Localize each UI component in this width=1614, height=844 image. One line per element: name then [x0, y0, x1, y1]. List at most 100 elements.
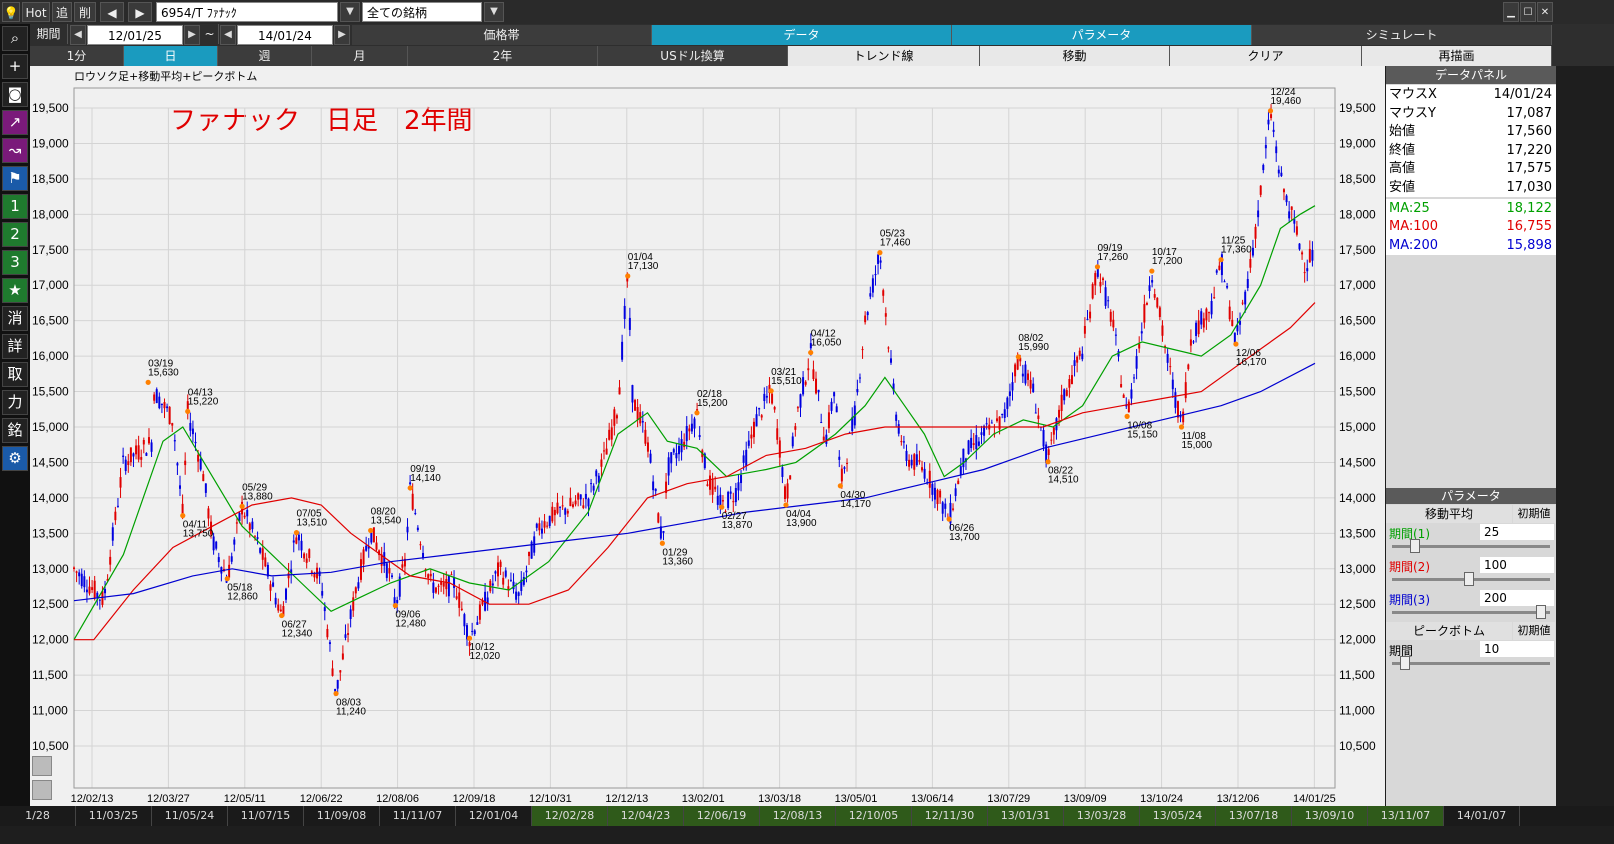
- tab-trendline[interactable]: トレンド線: [788, 46, 980, 66]
- delete-button[interactable]: 削: [74, 2, 96, 22]
- timeline-date[interactable]: 11/07/15: [228, 806, 304, 826]
- ma-period-input[interactable]: 100: [1480, 557, 1554, 573]
- to-next-icon[interactable]: ▶: [334, 25, 350, 45]
- tool-detail-button[interactable]: 詳: [2, 334, 28, 359]
- flag-icon[interactable]: ⚑: [2, 166, 28, 191]
- next-symbol-button[interactable]: ▶: [128, 2, 152, 22]
- timeline-date[interactable]: 13/03/28: [1064, 806, 1140, 826]
- from-date-input[interactable]: 12/01/25: [87, 25, 183, 45]
- tool-fetch-button[interactable]: 取: [2, 362, 28, 387]
- ma-reset-button[interactable]: 初期値: [1513, 505, 1555, 523]
- candle-body: [1063, 389, 1066, 401]
- timeline-date[interactable]: 11/03/25: [76, 806, 152, 826]
- timeline-date[interactable]: 11/11/07: [380, 806, 456, 826]
- to-prev-icon[interactable]: ◀: [220, 25, 236, 45]
- bulb-icon[interactable]: 💡: [2, 2, 20, 22]
- tab-monthly[interactable]: 月: [312, 46, 408, 66]
- from-next-icon[interactable]: ▶: [184, 25, 200, 45]
- candle: [1081, 346, 1084, 362]
- tool-3-button[interactable]: 3: [2, 250, 28, 275]
- universe-select[interactable]: 全ての銘柄: [362, 2, 482, 22]
- to-date-input[interactable]: 14/01/24: [237, 25, 333, 45]
- timeline-date[interactable]: 12/11/30: [912, 806, 988, 826]
- tab-weekly[interactable]: 週: [218, 46, 312, 66]
- timeline-date[interactable]: 12/08/13: [760, 806, 836, 826]
- tool-1-button[interactable]: 1: [2, 194, 28, 219]
- candle: [1220, 251, 1223, 283]
- pb-reset-button[interactable]: 初期値: [1513, 622, 1555, 640]
- timeline-date[interactable]: 14/01/07: [1444, 806, 1520, 826]
- camera-icon[interactable]: ◙: [2, 82, 28, 107]
- side-panel: データパネル マウスX 14/01/24 マウスY 17,087 始値 17,560 終値 1…: [1386, 66, 1556, 806]
- timeline-bar[interactable]: 1/28 11/03/25 11/05/24 11/07/15 11/09/08 11/1…: [0, 806, 1614, 826]
- tool-symbol-button[interactable]: 銘: [2, 418, 28, 443]
- minimize-button[interactable]: ▁: [1503, 2, 1519, 22]
- chart-mini-icon[interactable]: [32, 756, 52, 776]
- tab-1min[interactable]: 1分: [30, 46, 124, 66]
- gear-icon[interactable]: ⚙: [2, 446, 28, 471]
- timeline-date[interactable]: 12/10/05: [836, 806, 912, 826]
- tab-2year[interactable]: 2年: [408, 46, 598, 66]
- ma-period-input[interactable]: 25: [1480, 524, 1554, 540]
- universe-dropdown-icon[interactable]: ▼: [484, 2, 504, 22]
- candle-body: [765, 395, 768, 398]
- ma-slider-track[interactable]: [1392, 611, 1550, 614]
- tab-daily[interactable]: 日: [124, 46, 218, 66]
- prev-symbol-button[interactable]: ◀: [100, 2, 124, 22]
- timeline-date[interactable]: 11/09/08: [304, 806, 380, 826]
- chart-mini-icon-2[interactable]: [32, 780, 52, 800]
- hot-button[interactable]: Hot: [22, 2, 50, 22]
- candle-body: [199, 458, 202, 470]
- timeline-date[interactable]: 12/01/04: [456, 806, 532, 826]
- symbol-input[interactable]: 6954/T ﾌｧﾅｯｸ: [156, 2, 338, 22]
- timeline-date[interactable]: 13/07/18: [1216, 806, 1292, 826]
- search-icon[interactable]: ⌕: [2, 26, 28, 51]
- y-tick-label: 12,000: [32, 633, 69, 647]
- candle: [367, 538, 370, 558]
- candle: [502, 571, 505, 589]
- tool-2-button[interactable]: 2: [2, 222, 28, 247]
- pb-period-input[interactable]: 10: [1480, 641, 1554, 657]
- timeline-date[interactable]: 13/09/10: [1292, 806, 1368, 826]
- timeline-date[interactable]: 13/11/07: [1368, 806, 1444, 826]
- tab-parameter[interactable]: パラメータ: [952, 25, 1252, 45]
- peak-marker: [946, 516, 952, 522]
- ma-slider-knob[interactable]: [1536, 605, 1546, 619]
- candle-body: [1138, 343, 1141, 349]
- chart-multi-icon[interactable]: ↝: [2, 138, 28, 163]
- tab-price-band[interactable]: 価格帯: [352, 25, 652, 45]
- maximize-button[interactable]: ☐: [1520, 2, 1536, 22]
- chart-line-icon[interactable]: ↗: [2, 110, 28, 135]
- ma-slider-knob[interactable]: [1410, 539, 1420, 553]
- candle-body: [127, 461, 130, 466]
- peak-marker: [1045, 459, 1051, 465]
- price-chart[interactable]: 10,500 10,500 11,000 11,000 11,500 11,500 12,0…: [30, 66, 1385, 806]
- from-prev-icon[interactable]: ◀: [70, 25, 86, 45]
- chart-area[interactable]: ロウソク足+移動平均+ピークボトム ファナック 日足 2年間 10,500 10,…: [30, 66, 1385, 806]
- ma-slider-knob[interactable]: [1464, 572, 1474, 586]
- tool-power-button[interactable]: 力: [2, 390, 28, 415]
- ma-period-input[interactable]: 200: [1480, 590, 1554, 606]
- timeline-date[interactable]: 13/01/31: [988, 806, 1064, 826]
- tab-data[interactable]: データ: [652, 25, 952, 45]
- timeline-date[interactable]: 12/04/23: [608, 806, 684, 826]
- symbol-dropdown-icon[interactable]: ▼: [340, 2, 360, 22]
- tab-clear[interactable]: クリア: [1170, 46, 1362, 66]
- add-button[interactable]: 追: [52, 2, 72, 22]
- star-icon[interactable]: ★: [2, 278, 28, 303]
- timeline-date[interactable]: 13/05/24: [1140, 806, 1216, 826]
- plus-icon[interactable]: +: [2, 54, 28, 79]
- candle: [639, 404, 642, 427]
- pb-slider-knob[interactable]: [1399, 656, 1410, 670]
- close-button[interactable]: ✕: [1537, 2, 1553, 22]
- pb-slider-track[interactable]: [1392, 662, 1550, 665]
- tab-simulate[interactable]: シミュレート: [1252, 25, 1552, 45]
- tab-redraw[interactable]: 再描画: [1362, 46, 1552, 66]
- tool-erase-button[interactable]: 消: [2, 306, 28, 331]
- timeline-date[interactable]: 12/06/19: [684, 806, 760, 826]
- timeline-date[interactable]: 12/02/28: [532, 806, 608, 826]
- timeline-date[interactable]: 11/05/24: [152, 806, 228, 826]
- timeline-date[interactable]: 1/28: [0, 806, 76, 826]
- tab-move[interactable]: 移動: [980, 46, 1170, 66]
- tab-usd[interactable]: USドル換算: [598, 46, 788, 66]
